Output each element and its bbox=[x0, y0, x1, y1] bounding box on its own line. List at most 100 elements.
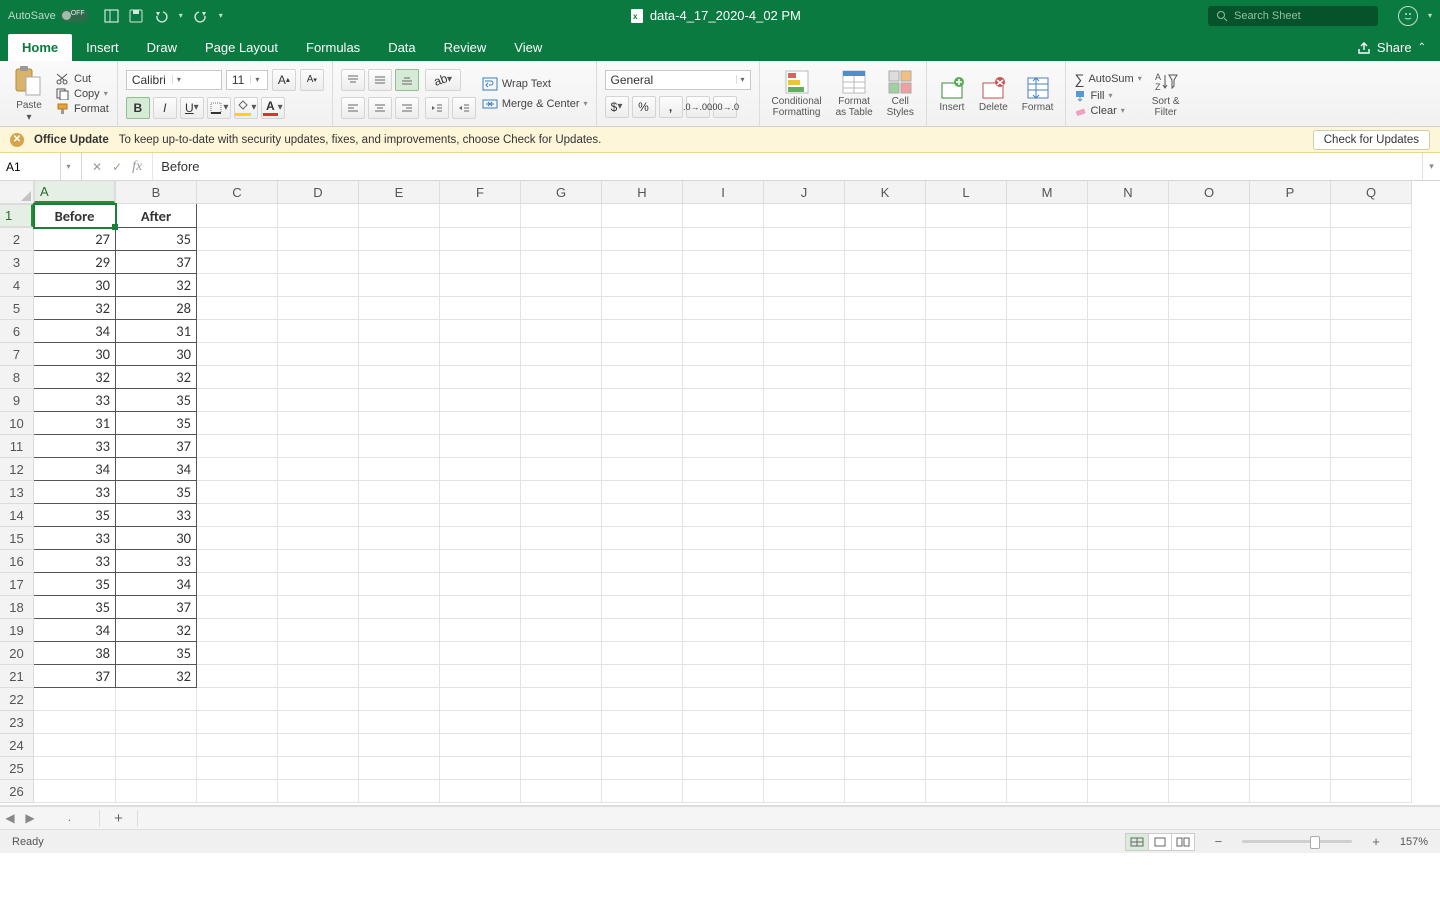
cell[interactable] bbox=[845, 320, 926, 343]
cell[interactable] bbox=[1169, 504, 1250, 527]
cell[interactable] bbox=[197, 228, 278, 251]
cell[interactable] bbox=[845, 274, 926, 297]
cell[interactable] bbox=[683, 780, 764, 803]
cell[interactable] bbox=[1331, 343, 1412, 366]
cell[interactable] bbox=[359, 711, 440, 734]
cell[interactable] bbox=[440, 481, 521, 504]
cell[interactable] bbox=[683, 619, 764, 642]
wrap-text-button[interactable]: Wrap Text bbox=[482, 77, 588, 91]
add-sheet-button[interactable]: + bbox=[99, 810, 138, 827]
cell[interactable] bbox=[34, 734, 116, 757]
toggle-off-icon[interactable] bbox=[60, 9, 88, 22]
cell[interactable] bbox=[1331, 366, 1412, 389]
fill-button[interactable]: Fill▾ bbox=[1074, 90, 1141, 102]
cell[interactable] bbox=[1169, 527, 1250, 550]
cell[interactable] bbox=[764, 550, 845, 573]
row-header[interactable]: 11 bbox=[0, 435, 34, 458]
cell[interactable] bbox=[683, 343, 764, 366]
cell[interactable] bbox=[1007, 688, 1088, 711]
cell[interactable] bbox=[1331, 389, 1412, 412]
cell[interactable] bbox=[1007, 642, 1088, 665]
row-header[interactable]: 19 bbox=[0, 619, 34, 642]
search-sheet[interactable]: Search Sheet bbox=[1208, 6, 1378, 26]
select-all-corner[interactable] bbox=[0, 181, 34, 204]
cell[interactable] bbox=[278, 757, 359, 780]
cell[interactable] bbox=[440, 711, 521, 734]
cell[interactable] bbox=[1088, 228, 1169, 251]
cell[interactable] bbox=[1169, 596, 1250, 619]
cell[interactable] bbox=[845, 619, 926, 642]
cell[interactable]: Before bbox=[34, 204, 116, 228]
cell[interactable] bbox=[197, 412, 278, 435]
cell[interactable] bbox=[359, 481, 440, 504]
cell[interactable] bbox=[197, 320, 278, 343]
cell[interactable] bbox=[683, 435, 764, 458]
cell[interactable]: 35 bbox=[116, 642, 197, 665]
cell[interactable]: 30 bbox=[34, 343, 116, 366]
cell[interactable] bbox=[764, 274, 845, 297]
cell[interactable]: 35 bbox=[116, 481, 197, 504]
cell[interactable] bbox=[359, 734, 440, 757]
cell[interactable]: 29 bbox=[34, 251, 116, 274]
cell[interactable] bbox=[440, 458, 521, 481]
cell[interactable] bbox=[926, 389, 1007, 412]
cell[interactable]: 37 bbox=[116, 435, 197, 458]
row-header[interactable]: 26 bbox=[0, 780, 34, 803]
cell[interactable] bbox=[602, 343, 683, 366]
cell[interactable]: 32 bbox=[34, 366, 116, 389]
cell[interactable] bbox=[1007, 412, 1088, 435]
cell[interactable] bbox=[764, 204, 845, 228]
zoom-slider[interactable] bbox=[1242, 840, 1352, 843]
cell[interactable] bbox=[278, 366, 359, 389]
cell[interactable] bbox=[1088, 757, 1169, 780]
cell[interactable] bbox=[1007, 297, 1088, 320]
cell[interactable] bbox=[359, 274, 440, 297]
cell[interactable] bbox=[764, 757, 845, 780]
cell[interactable] bbox=[1088, 251, 1169, 274]
cell[interactable] bbox=[359, 343, 440, 366]
cell[interactable] bbox=[602, 204, 683, 228]
column-header[interactable]: H bbox=[602, 181, 683, 204]
row-header[interactable]: 20 bbox=[0, 642, 34, 665]
cell[interactable] bbox=[359, 320, 440, 343]
cell[interactable] bbox=[440, 435, 521, 458]
cell[interactable] bbox=[359, 550, 440, 573]
row-header[interactable]: 6 bbox=[0, 320, 34, 343]
align-middle-button[interactable] bbox=[368, 69, 392, 91]
cell[interactable]: 33 bbox=[116, 504, 197, 527]
column-header[interactable]: Q bbox=[1331, 181, 1412, 204]
cell[interactable] bbox=[845, 711, 926, 734]
cell[interactable] bbox=[278, 527, 359, 550]
cell[interactable] bbox=[278, 435, 359, 458]
decrease-decimal-button[interactable]: .00→.0 bbox=[713, 96, 737, 118]
column-header[interactable]: P bbox=[1250, 181, 1331, 204]
cell[interactable] bbox=[1007, 596, 1088, 619]
cell[interactable] bbox=[1169, 688, 1250, 711]
cell[interactable] bbox=[440, 527, 521, 550]
cell[interactable] bbox=[926, 527, 1007, 550]
cell[interactable] bbox=[521, 389, 602, 412]
cell[interactable]: 37 bbox=[34, 665, 116, 688]
cell[interactable] bbox=[602, 435, 683, 458]
cell[interactable] bbox=[764, 573, 845, 596]
cell[interactable] bbox=[1007, 550, 1088, 573]
cell[interactable]: 27 bbox=[34, 228, 116, 251]
bold-button[interactable]: B bbox=[126, 97, 150, 119]
cell[interactable] bbox=[1331, 228, 1412, 251]
column-header[interactable]: C bbox=[197, 181, 278, 204]
cell[interactable] bbox=[602, 274, 683, 297]
border-button[interactable]: ▾ bbox=[207, 97, 231, 119]
cell[interactable] bbox=[1250, 665, 1331, 688]
cell[interactable] bbox=[1250, 366, 1331, 389]
tab-home[interactable]: Home bbox=[8, 34, 72, 61]
column-header[interactable]: D bbox=[278, 181, 359, 204]
cell[interactable] bbox=[1250, 435, 1331, 458]
cell[interactable] bbox=[1169, 251, 1250, 274]
cell[interactable] bbox=[197, 458, 278, 481]
row-header[interactable]: 18 bbox=[0, 596, 34, 619]
cell[interactable] bbox=[602, 780, 683, 803]
cell[interactable]: 33 bbox=[34, 389, 116, 412]
cell[interactable] bbox=[440, 343, 521, 366]
cell[interactable] bbox=[1007, 711, 1088, 734]
cell[interactable] bbox=[440, 389, 521, 412]
